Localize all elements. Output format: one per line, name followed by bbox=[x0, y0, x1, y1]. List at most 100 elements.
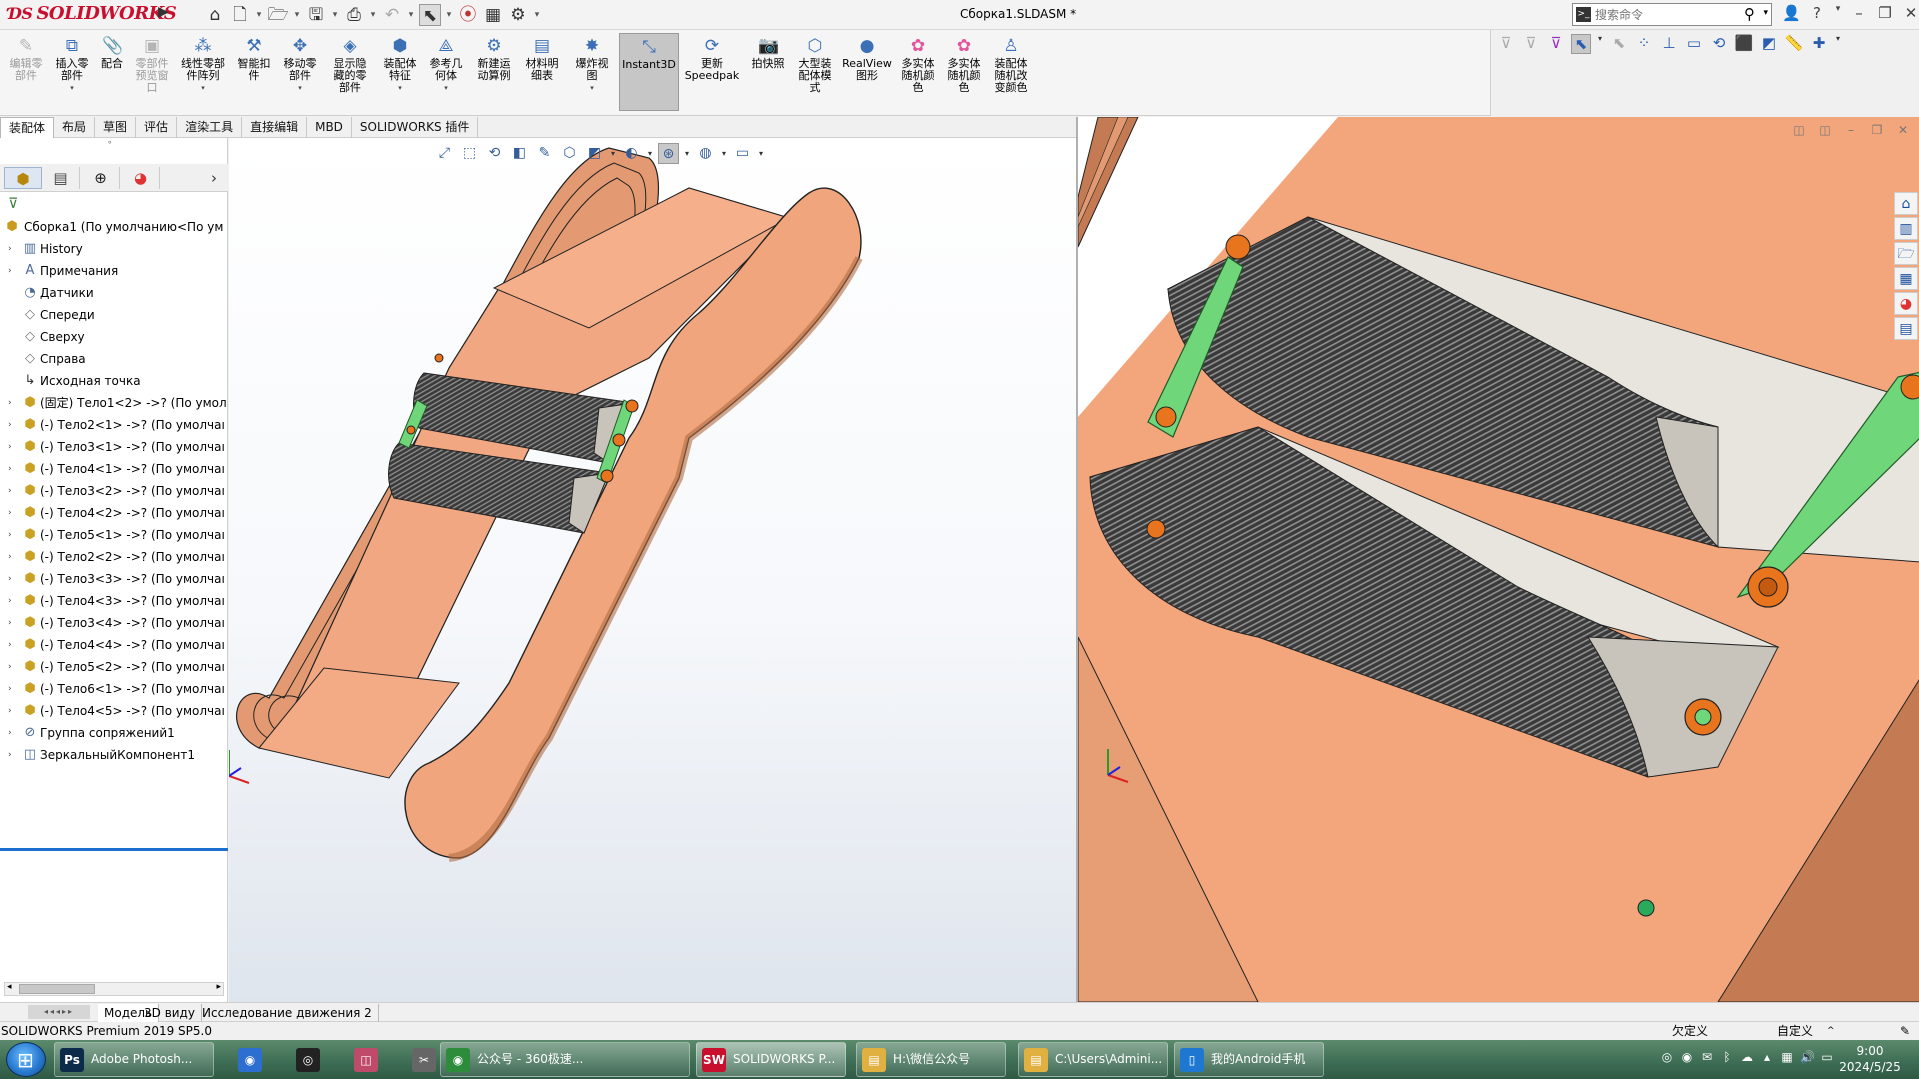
realview-graphics-button[interactable]: ● RealView 图形 bbox=[842, 36, 892, 82]
insert-components-button[interactable]: ⧉ 插入零 部件 ▾ bbox=[50, 36, 94, 94]
tree-item[interactable]: › ⬢ (-) Тело3<2> ->? (По умолчаı bbox=[0, 480, 228, 502]
previous-view-icon[interactable]: ⟲ bbox=[484, 143, 505, 164]
tree-item[interactable]: › ▥ History bbox=[0, 238, 228, 260]
exploded-view-button[interactable]: ✸ 爆炸视 图 ▾ bbox=[570, 36, 614, 94]
filter-2-icon[interactable]: ⊽ bbox=[1521, 34, 1541, 54]
reference-geometry-button[interactable]: ⟁ 参考几 何体 ▾ bbox=[424, 36, 468, 94]
taskbar-button[interactable]: ◉ 公众号 - 360极速... bbox=[440, 1042, 690, 1077]
axis-icon[interactable]: ✚ bbox=[1809, 34, 1829, 54]
taskbar-button[interactable]: ▤ C:\Users\Admini... bbox=[1018, 1042, 1168, 1077]
tray-network-icon[interactable]: ▦ bbox=[1780, 1050, 1794, 1064]
display-style-icon[interactable]: ◩ bbox=[584, 143, 605, 164]
tree-item[interactable]: › ⬢ (-) Тело4<1> ->? (По умолчаı bbox=[0, 458, 228, 480]
new-document-icon[interactable]: 🗋 bbox=[229, 4, 251, 26]
search-dropdown-icon[interactable]: ▾ bbox=[1763, 8, 1768, 18]
taskbar-button[interactable]: ▯ 我的Android手机 bbox=[1174, 1042, 1324, 1077]
smart-dimension-icon[interactable]: ▭ bbox=[1684, 34, 1704, 54]
linear-pattern-button[interactable]: ⁂ 线性零部 件阵列 ▾ bbox=[176, 36, 230, 94]
tree-item[interactable]: › ⬢ (-) Тело5<1> ->? (По умолчаı bbox=[0, 524, 228, 546]
options-gear-icon[interactable]: ⚙ bbox=[507, 4, 529, 26]
expand-arrow-icon[interactable]: › bbox=[8, 502, 16, 524]
filter-color-icon[interactable]: ⊽ bbox=[1546, 34, 1566, 54]
instant3d-button[interactable]: ⤡ Instant3D bbox=[619, 33, 679, 111]
new-motion-study-button[interactable]: ⚙ 新建运 动算例 bbox=[472, 36, 516, 82]
hide-show-items-icon[interactable]: ◐ bbox=[621, 143, 642, 164]
help-bubble-icon[interactable]: ✎ bbox=[1900, 1022, 1910, 1040]
tree-item[interactable]: › ⬢ (-) Тело6<1> ->? (По умолчаı bbox=[0, 678, 228, 700]
tray-bluetooth-icon[interactable]: ᛒ bbox=[1720, 1050, 1734, 1064]
rotate-view-icon[interactable]: ⟲ bbox=[1709, 34, 1729, 54]
undo-icon[interactable]: ↶ bbox=[381, 4, 403, 26]
multibody-random-color-button[interactable]: ✿ 多实体 随机颜 色 bbox=[896, 36, 940, 94]
tab-render-tools[interactable]: 渲染工具 bbox=[177, 117, 243, 138]
expand-arrow-icon[interactable]: › bbox=[8, 568, 16, 590]
more-tabs-arrow-icon[interactable]: › bbox=[206, 167, 222, 189]
tab-motion-study[interactable]: Исследование движения 2 bbox=[196, 1004, 379, 1022]
apply-scene-icon[interactable]: ◍ bbox=[695, 143, 716, 164]
tree-item[interactable]: ◇ Справа bbox=[0, 348, 228, 370]
configurationmanager-tab-icon[interactable]: ⊕ bbox=[82, 167, 120, 189]
expand-arrow-icon[interactable]: › bbox=[8, 260, 16, 282]
taskbar-pinned-button[interactable]: ◎ bbox=[290, 1042, 330, 1077]
expand-arrow-icon[interactable]: › bbox=[8, 700, 16, 722]
dimension-icon[interactable]: ⊥ bbox=[1659, 34, 1679, 54]
tree-item[interactable]: › ⊘ Группа сопряжений1 bbox=[0, 722, 228, 744]
tray-expand-icon[interactable]: ▴ bbox=[1760, 1050, 1774, 1064]
tree-item[interactable]: › ⬢ (-) Тело4<2> ->? (По умолчаı bbox=[0, 502, 228, 524]
select-box-icon[interactable]: ⬉ bbox=[1609, 34, 1629, 54]
tray-volume-icon[interactable]: 🔊 bbox=[1800, 1050, 1815, 1064]
cube-view-icon[interactable]: ⬛ bbox=[1734, 34, 1754, 54]
tree-item[interactable]: ◇ Сверху bbox=[0, 326, 228, 348]
scroll-thumb[interactable] bbox=[19, 984, 95, 994]
tree-item[interactable]: ◔ Датчики bbox=[0, 282, 228, 304]
assembly-features-button[interactable]: ⬢ 装配体 特征 ▾ bbox=[378, 36, 422, 94]
expand-arrow-icon[interactable]: › bbox=[8, 436, 16, 458]
expand-arrow-icon[interactable]: › bbox=[8, 238, 16, 260]
zoom-to-area-icon[interactable]: ⬚ bbox=[459, 143, 480, 164]
tab-evaluate[interactable]: 评估 bbox=[136, 117, 178, 138]
save-dropdown-icon[interactable]: ▾ bbox=[330, 4, 340, 26]
featuremanager-tab-icon[interactable]: ⬢ bbox=[4, 167, 42, 189]
tree-item[interactable]: ◇ Спереди bbox=[0, 304, 228, 326]
expand-arrow-icon[interactable]: › bbox=[8, 656, 16, 678]
viewport-nav-left-icon[interactable]: ◫ bbox=[1791, 123, 1807, 137]
tree-item[interactable]: › ⬢ (-) Тело3<1> ->? (По умолчаı bbox=[0, 436, 228, 458]
expand-arrow-icon[interactable]: › bbox=[8, 414, 16, 436]
select-dropdown-icon[interactable]: ▾ bbox=[444, 4, 454, 26]
open-dropdown-icon[interactable]: ▾ bbox=[292, 4, 302, 26]
system-clock[interactable]: 9:00 2024/5/25 bbox=[1830, 1043, 1910, 1075]
tree-item[interactable]: › ⬢ (固定) Тело1<2> ->? (По умол bbox=[0, 392, 228, 414]
tree-item[interactable]: › ⬢ (-) Тело3<4> ->? (По умолчаı bbox=[0, 612, 228, 634]
mate-button[interactable]: 📎 配合 bbox=[96, 36, 128, 70]
select-pointer-icon[interactable]: ⬉ bbox=[419, 4, 441, 26]
take-snapshot-button[interactable]: 📷 拍快照 bbox=[748, 36, 788, 70]
tree-root[interactable]: ⬢ Сборка1 (По умолчанию<По ум bbox=[0, 216, 228, 238]
edit-component-button[interactable]: ✎ 编辑零 部件 bbox=[6, 36, 46, 82]
show-hidden-components-button[interactable]: ◈ 显示隐 藏的零 部件 bbox=[328, 36, 372, 94]
bill-of-materials-button[interactable]: ▤ 材料明 细表 bbox=[520, 36, 564, 82]
traffic-light-icon[interactable]: ⦿ bbox=[457, 4, 479, 26]
smart-fasteners-button[interactable]: ⚒ 智能扣 件 bbox=[234, 36, 274, 82]
scroll-left-icon[interactable]: ◂ bbox=[7, 982, 12, 992]
taskbar-button[interactable]: SW SOLIDWORKS P... bbox=[696, 1042, 846, 1077]
viewport-restore-icon[interactable]: ❐ bbox=[1869, 123, 1885, 137]
viewport-close-icon[interactable]: ✕ bbox=[1895, 123, 1911, 137]
tray-chat-icon[interactable]: ✉ bbox=[1700, 1050, 1714, 1064]
print-dropdown-icon[interactable]: ▾ bbox=[368, 4, 378, 26]
tree-item[interactable]: › ⬢ (-) Тело4<4> ->? (По умолчаı bbox=[0, 634, 228, 656]
tree-item[interactable]: › ⬢ (-) Тело2<1> ->? (По умолчаı bbox=[0, 414, 228, 436]
dynamic-annotation-icon[interactable]: ✎ bbox=[534, 143, 555, 164]
component-preview-button[interactable]: ▣ 零部件 预览窗 口 bbox=[132, 36, 172, 94]
expand-arrow-icon[interactable]: › bbox=[8, 590, 16, 612]
tree-item[interactable]: › ⬢ (-) Тело4<5> ->? (По умолчаı bbox=[0, 700, 228, 722]
multibody-random-color-button-2[interactable]: ✿ 多实体 随机颜 色 bbox=[942, 36, 986, 94]
view-palette-icon[interactable]: ▦ bbox=[1894, 267, 1918, 290]
select-arrow-icon[interactable]: ⬉ bbox=[1571, 34, 1591, 54]
command-search-box[interactable]: >_ ⚲ ▾ bbox=[1572, 3, 1772, 26]
expand-arrow-icon[interactable]: › bbox=[8, 458, 16, 480]
tab-layout[interactable]: 布局 bbox=[54, 117, 96, 138]
measure-icon[interactable]: 📏 bbox=[1784, 34, 1804, 54]
tab-assembly[interactable]: 装配体 bbox=[0, 117, 55, 138]
tree-item[interactable]: › ⬢ (-) Тело4<3> ->? (По умолчаı bbox=[0, 590, 228, 612]
section-view-icon[interactable]: ◩ bbox=[1759, 34, 1779, 54]
